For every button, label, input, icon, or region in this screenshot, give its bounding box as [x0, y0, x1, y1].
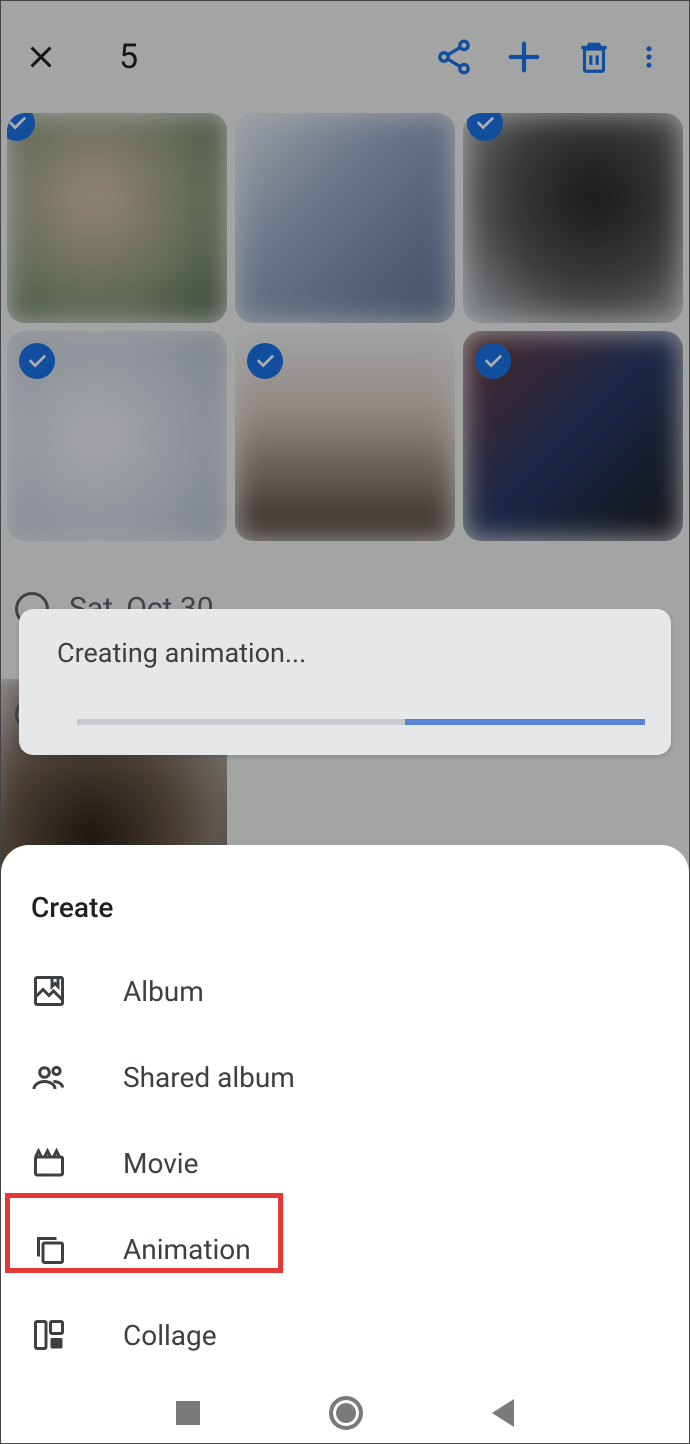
- sheet-item-album[interactable]: Album: [1, 948, 689, 1034]
- movie-icon: [31, 1145, 67, 1181]
- sheet-item-label: Movie: [123, 1147, 198, 1180]
- progress-bar: [405, 719, 645, 725]
- device-frame: 5 Sat, Oct 30: [0, 0, 690, 1444]
- sheet-item-shared-album[interactable]: Shared album: [1, 1034, 689, 1120]
- create-bottom-sheet: Create Album Shared album Movie Animatio…: [1, 845, 689, 1383]
- progress-toast: Creating animation...: [19, 609, 671, 755]
- shared-album-icon: [31, 1059, 67, 1095]
- toast-message: Creating animation...: [57, 637, 633, 669]
- sheet-item-animation[interactable]: Animation: [1, 1206, 689, 1292]
- sheet-item-label: Album: [123, 975, 204, 1008]
- nav-home-button[interactable]: [329, 1396, 363, 1430]
- nav-back-button[interactable]: [492, 1399, 514, 1427]
- sheet-item-label: Collage: [123, 1319, 217, 1352]
- sheet-item-collage[interactable]: Collage: [1, 1292, 689, 1378]
- animation-icon: [31, 1231, 67, 1267]
- album-icon: [31, 973, 67, 1009]
- sheet-title: Create: [1, 891, 689, 948]
- sheet-item-label: Animation: [123, 1233, 251, 1266]
- nav-recents-button[interactable]: [176, 1401, 200, 1425]
- sheet-item-movie[interactable]: Movie: [1, 1120, 689, 1206]
- sheet-item-label: Shared album: [123, 1061, 295, 1094]
- collage-icon: [31, 1317, 67, 1353]
- system-nav-bar: [1, 1383, 689, 1443]
